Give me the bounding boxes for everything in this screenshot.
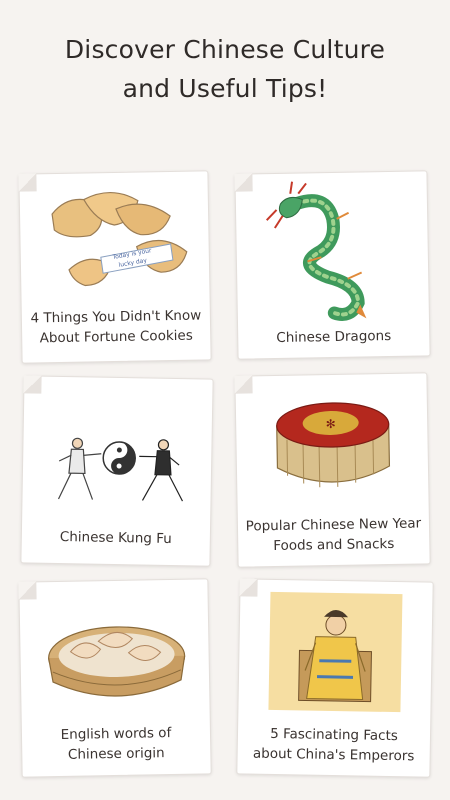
card-fortune-cookies[interactable]: Today is your lucky day 4 Things You Did… <box>18 170 212 364</box>
card-new-year-foods[interactable]: ✻ Popular Chinese New Year Foods and Sna… <box>234 372 431 568</box>
card-label: Chinese Dragons <box>244 325 423 348</box>
page-title-line-2: and Useful Tips! <box>122 74 328 103</box>
card-label: 4 Things You Didn't Know About Fortune C… <box>28 305 205 348</box>
dumplings-steamer-illustration <box>48 626 186 697</box>
card-label-line-1: Chinese Dragons <box>276 327 392 346</box>
fortune-cookies-illustration: Today is your lucky day <box>51 191 188 287</box>
card-english-words[interactable]: English words of Chinese origin <box>18 578 212 778</box>
dragon-illustration <box>265 181 367 321</box>
card-label-line-2: Chinese origin <box>67 745 165 763</box>
page-title: Discover Chinese Culture and Useful Tips… <box>0 30 450 108</box>
card-label: Chinese Kung Fu <box>28 526 204 549</box>
card-chinese-kung-fu[interactable]: Chinese Kung Fu <box>20 375 214 567</box>
card-label-line-1: Chinese Kung Fu <box>59 529 172 547</box>
svg-text:✻: ✻ <box>326 417 336 431</box>
card-chinese-dragons[interactable]: Chinese Dragons <box>234 170 431 360</box>
yin-yang-icon <box>102 441 136 475</box>
card-label-line-2: Foods and Snacks <box>273 535 395 555</box>
card-label-line-2: about China's Emperors <box>252 745 415 765</box>
nian-gao-illustration: ✻ <box>276 402 391 488</box>
card-label: 5 Fascinating Facts about China's Empero… <box>243 723 424 766</box>
card-label: English words of Chinese origin <box>28 722 205 765</box>
card-label-line-2: About Fortune Cookies <box>39 327 193 347</box>
page-title-line-1: Discover Chinese Culture <box>64 35 386 64</box>
kung-fu-illustration <box>57 437 184 502</box>
emperor-illustration <box>268 591 403 713</box>
card-label-line-1: Popular Chinese New Year <box>245 515 422 535</box>
card-china-emperors[interactable]: 5 Fascinating Facts about China's Empero… <box>236 578 434 778</box>
card-label: Popular Chinese New Year Foods and Snack… <box>244 513 424 556</box>
